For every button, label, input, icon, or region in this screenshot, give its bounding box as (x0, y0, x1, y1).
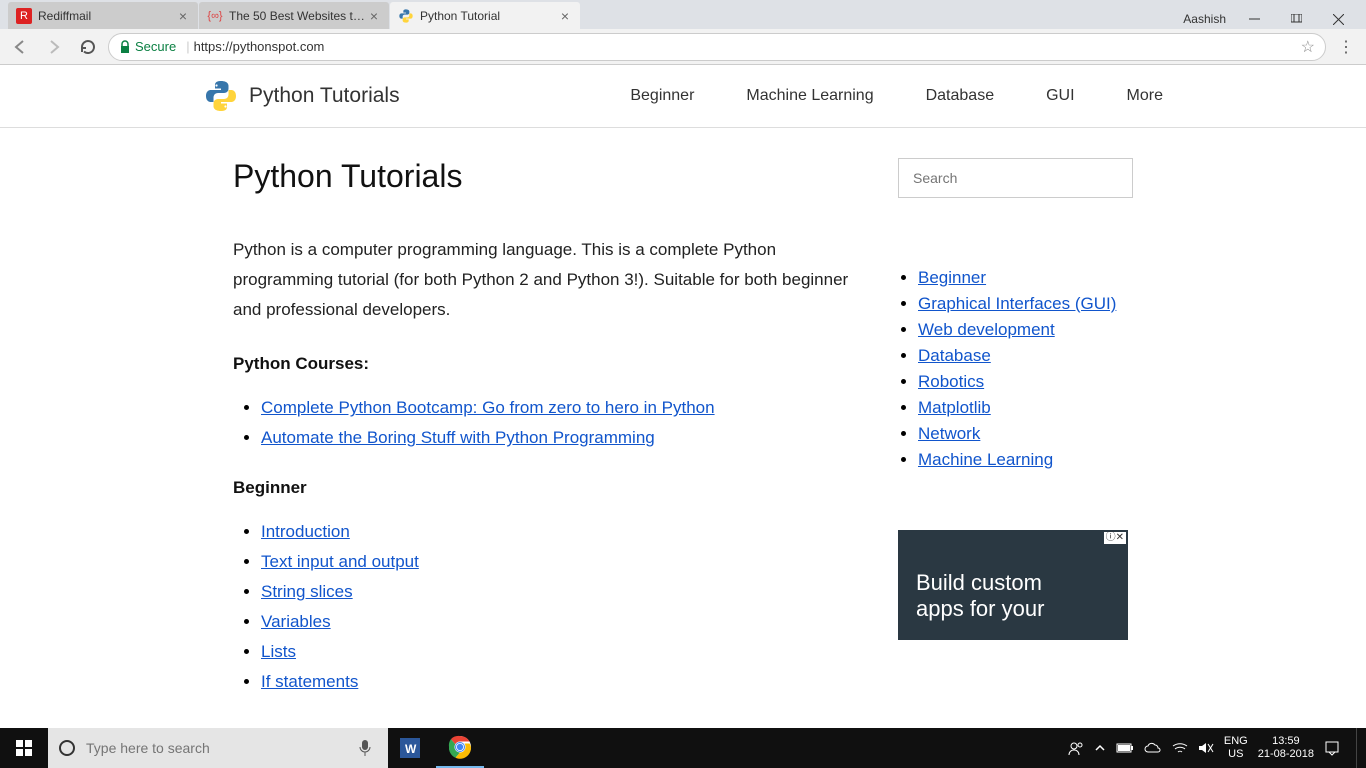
forward-button[interactable] (40, 33, 68, 61)
secure-label: Secure (135, 39, 176, 54)
address-bar: Secure | https://pythonspot.com ☆ ⋮ (0, 29, 1366, 65)
site-header: Python Tutorials Beginner Machine Learni… (0, 65, 1366, 128)
main-nav: Beginner Machine Learning Database GUI M… (400, 87, 1163, 105)
nav-link[interactable]: Beginner (630, 87, 694, 105)
start-button[interactable] (0, 728, 48, 768)
browser-tab[interactable]: R Rediffmail × (8, 2, 198, 29)
tutorial-link[interactable]: Lists (261, 642, 296, 661)
taskbar-app-chrome[interactable] (436, 728, 484, 768)
user-label: Aashish (1183, 12, 1226, 26)
page-title: Python Tutorials (233, 158, 858, 195)
nav-link[interactable]: Database (926, 87, 995, 105)
favicon-icon: R (16, 8, 32, 24)
taskbar-search[interactable] (48, 728, 388, 768)
back-button[interactable] (6, 33, 34, 61)
tutorial-link[interactable]: Text input and output (261, 552, 419, 571)
nav-link[interactable]: Machine Learning (746, 87, 873, 105)
intro-text: Python is a computer programming languag… (233, 235, 858, 324)
people-icon[interactable] (1068, 740, 1084, 756)
lock-icon (119, 40, 131, 54)
close-icon[interactable]: × (367, 9, 381, 23)
taskbar-app-word[interactable]: W (388, 728, 436, 768)
sidebar: Beginner Graphical Interfaces (GUI) Web … (898, 158, 1133, 722)
tab-title: Python Tutorial (420, 9, 558, 23)
sidebar-link[interactable]: Robotics (918, 372, 984, 391)
search-input[interactable] (898, 158, 1133, 198)
browser-tab[interactable]: {∞} The 50 Best Websites to L × (199, 2, 389, 29)
favicon-icon: {∞} (207, 8, 223, 24)
site-logo[interactable]: Python Tutorials (203, 78, 400, 114)
maximize-button[interactable] (1282, 9, 1310, 29)
secure-indicator: Secure (119, 39, 176, 54)
onedrive-icon[interactable] (1144, 742, 1162, 754)
tutorial-link[interactable]: String slices (261, 582, 353, 601)
battery-icon[interactable] (1116, 742, 1134, 754)
svg-text:W: W (405, 742, 417, 756)
python-icon (398, 8, 414, 24)
reload-button[interactable] (74, 33, 102, 61)
ad-badge[interactable]: ⓘ✕ (1104, 532, 1126, 544)
volume-icon[interactable] (1198, 741, 1214, 755)
courses-heading: Python Courses: (233, 354, 858, 374)
tutorial-link[interactable]: Variables (261, 612, 331, 631)
clock[interactable]: 13:59 21-08-2018 (1258, 735, 1314, 761)
course-link[interactable]: Automate the Boring Stuff with Python Pr… (261, 428, 655, 447)
show-desktop-button[interactable] (1356, 728, 1362, 768)
url-text: https://pythonspot.com (194, 39, 325, 54)
python-icon (203, 78, 239, 114)
nav-link[interactable]: GUI (1046, 87, 1074, 105)
ad-banner[interactable]: ⓘ✕ Build custom apps for your (898, 530, 1128, 640)
close-icon[interactable]: × (558, 9, 572, 23)
separator: | (186, 39, 189, 54)
close-icon[interactable]: × (176, 9, 190, 23)
windows-icon (16, 740, 32, 756)
address-field[interactable]: Secure | https://pythonspot.com ☆ (108, 33, 1326, 61)
tab-title: Rediffmail (38, 9, 176, 23)
cortana-icon (58, 739, 76, 757)
sidebar-link[interactable]: Database (918, 346, 991, 365)
chevron-up-icon[interactable] (1094, 742, 1106, 754)
browser-tab[interactable]: Python Tutorial × (390, 2, 580, 29)
nav-link[interactable]: More (1127, 87, 1163, 105)
logo-text: Python Tutorials (249, 84, 400, 108)
menu-button[interactable]: ⋮ (1332, 33, 1360, 61)
sidebar-link[interactable]: Machine Learning (918, 450, 1053, 469)
tutorial-link[interactable]: Introduction (261, 522, 350, 541)
sidebar-link[interactable]: Web development (918, 320, 1055, 339)
beginner-list: Introduction Text input and output Strin… (233, 522, 858, 692)
tab-title: The 50 Best Websites to L (229, 9, 367, 23)
mic-icon[interactable] (358, 739, 378, 757)
system-tray: ENG US 13:59 21-08-2018 (1068, 728, 1366, 768)
sidebar-links: Beginner Graphical Interfaces (GUI) Web … (898, 268, 1133, 470)
taskbar: W ENG US 13:59 21-08-2018 (0, 728, 1366, 768)
star-icon[interactable]: ☆ (1301, 37, 1315, 57)
ad-text: Build custom (916, 570, 1110, 596)
sidebar-link[interactable]: Beginner (918, 268, 986, 287)
tab-bar: R Rediffmail × {∞} The 50 Best Websites … (0, 0, 1366, 29)
course-link[interactable]: Complete Python Bootcamp: Go from zero t… (261, 398, 715, 417)
sidebar-link[interactable]: Network (918, 424, 980, 443)
tutorial-link[interactable]: If statements (261, 672, 358, 691)
sidebar-link[interactable]: Graphical Interfaces (GUI) (918, 294, 1116, 313)
language-indicator[interactable]: ENG US (1224, 735, 1248, 761)
notifications-icon[interactable] (1324, 740, 1340, 756)
page-viewport[interactable]: Python Tutorials Beginner Machine Learni… (0, 65, 1366, 728)
close-button[interactable] (1324, 9, 1352, 29)
courses-list: Complete Python Bootcamp: Go from zero t… (233, 398, 858, 448)
main-content: Python Tutorials Python is a computer pr… (233, 158, 898, 722)
ad-text: apps for your (916, 596, 1110, 622)
taskbar-search-input[interactable] (86, 728, 348, 768)
minimize-button[interactable] (1240, 9, 1268, 29)
sidebar-link[interactable]: Matplotlib (918, 398, 991, 417)
beginner-heading: Beginner (233, 478, 858, 498)
wifi-icon[interactable] (1172, 742, 1188, 754)
